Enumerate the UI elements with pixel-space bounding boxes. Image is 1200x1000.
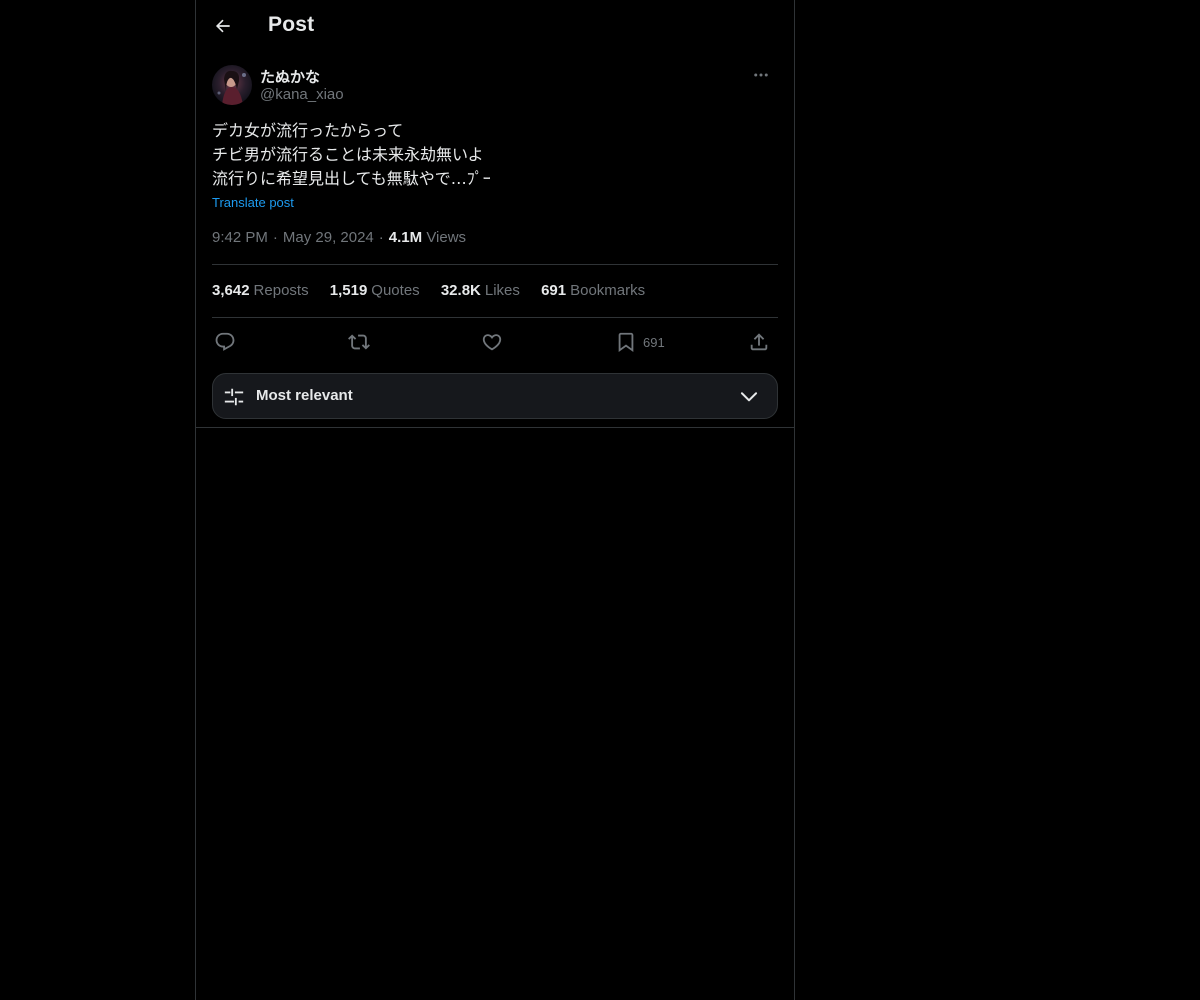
display-name[interactable]: たぬかな bbox=[260, 66, 320, 87]
quotes-label: Quotes bbox=[371, 282, 420, 299]
heart-icon bbox=[482, 334, 502, 351]
like-button[interactable] bbox=[481, 326, 503, 358]
bookmark-icon bbox=[618, 332, 634, 353]
more-horizontal-icon bbox=[754, 73, 768, 77]
avatar-image bbox=[212, 65, 252, 105]
post-metadata: 9:42 PM · May 29, 2024 · 4.1M Views bbox=[212, 229, 466, 246]
reply-sort-dropdown[interactable]: Most relevant bbox=[212, 373, 778, 419]
chevron-down-icon bbox=[740, 392, 758, 402]
sort-label: Most relevant bbox=[256, 387, 353, 404]
translate-post-link[interactable]: Translate post bbox=[212, 195, 294, 210]
arrow-left-icon bbox=[215, 19, 230, 33]
bookmarks-stat[interactable]: 691 Bookmarks bbox=[541, 282, 645, 299]
engagement-stats: 3,642 Reposts 1,519 Quotes 32.8K Likes 691 B… bbox=[212, 282, 662, 299]
share-icon bbox=[750, 333, 768, 351]
likes-label: Likes bbox=[484, 282, 520, 299]
sliders-icon bbox=[224, 388, 244, 406]
post-actions: 691 bbox=[212, 326, 778, 358]
views-label: Views bbox=[426, 229, 467, 246]
reply-button[interactable] bbox=[214, 326, 236, 358]
bookmarks-count: 691 bbox=[541, 282, 567, 299]
post-date[interactable]: May 29, 2024 bbox=[283, 229, 374, 246]
divider bbox=[212, 317, 778, 318]
post-text-line: 流行りに希望見出しても無駄やで…ﾌﾟｰ bbox=[212, 169, 491, 188]
post-time[interactable]: 9:42 PM bbox=[212, 229, 268, 246]
reposts-label: Reposts bbox=[253, 282, 309, 299]
bookmark-count: 691 bbox=[643, 334, 665, 350]
bookmarks-label: Bookmarks bbox=[570, 282, 646, 299]
quotes-count: 1,519 bbox=[329, 282, 368, 299]
divider bbox=[212, 264, 778, 265]
bookmark-button[interactable]: 691 bbox=[615, 326, 665, 358]
separator: · bbox=[272, 229, 278, 246]
reposts-count: 3,642 bbox=[212, 282, 250, 299]
reposts-stat[interactable]: 3,642 Reposts bbox=[212, 282, 309, 299]
primary-column: Post たぬかな @kana_xiao デカ女が流行ったからって チビ男が流行… bbox=[195, 0, 795, 1000]
repost-icon bbox=[348, 334, 370, 350]
reply-icon bbox=[215, 332, 235, 351]
share-button[interactable] bbox=[748, 326, 770, 358]
repost-button[interactable] bbox=[348, 326, 370, 358]
post-text-line: チビ男が流行ることは未来永劫無いよ bbox=[212, 145, 484, 164]
user-handle[interactable]: @kana_xiao bbox=[260, 86, 344, 103]
more-options-button[interactable] bbox=[744, 64, 778, 86]
post-text-line: デカ女が流行ったからって bbox=[212, 121, 404, 140]
separator: · bbox=[378, 229, 384, 246]
likes-count: 32.8K bbox=[440, 282, 481, 299]
quotes-stat[interactable]: 1,519 Quotes bbox=[330, 282, 420, 299]
avatar[interactable] bbox=[212, 65, 252, 105]
page-title: Post bbox=[268, 13, 315, 36]
page-header: Post bbox=[196, 0, 794, 54]
section-divider bbox=[196, 427, 794, 428]
post-text: デカ女が流行ったからって チビ男が流行ることは未来永劫無いよ 流行りに希望見出し… bbox=[212, 119, 772, 191]
likes-stat[interactable]: 32.8K Likes bbox=[441, 282, 520, 299]
back-button[interactable] bbox=[206, 9, 240, 43]
views-count: 4.1M bbox=[388, 229, 423, 246]
post-author: たぬかな @kana_xiao bbox=[212, 64, 778, 108]
